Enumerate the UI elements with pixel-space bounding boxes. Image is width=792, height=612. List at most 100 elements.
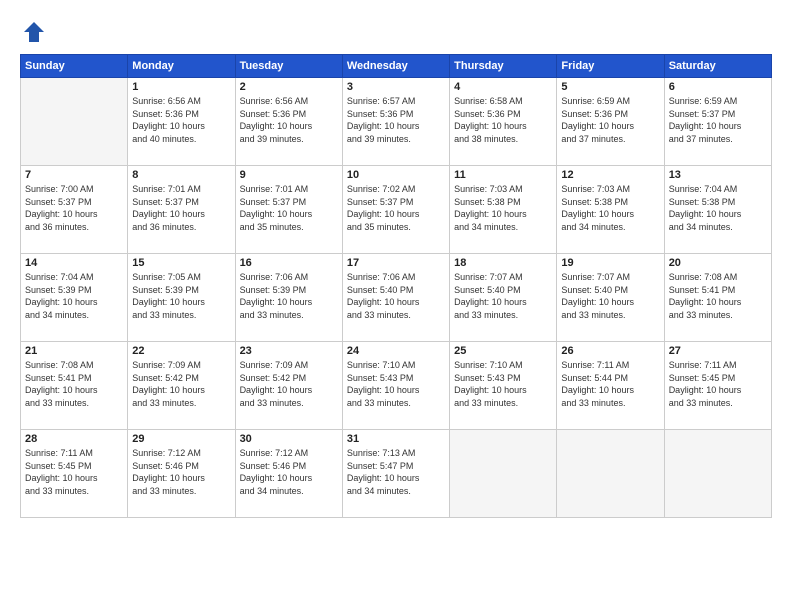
col-header-saturday: Saturday	[664, 55, 771, 78]
day-number: 30	[240, 433, 338, 445]
day-info: Sunrise: 7:13 AM Sunset: 5:47 PM Dayligh…	[347, 447, 445, 497]
day-info: Sunrise: 7:01 AM Sunset: 5:37 PM Dayligh…	[240, 183, 338, 233]
day-info: Sunrise: 7:00 AM Sunset: 5:37 PM Dayligh…	[25, 183, 123, 233]
calendar-cell: 18 Sunrise: 7:07 AM Sunset: 5:40 PM Dayli…	[450, 254, 557, 342]
day-number: 2	[240, 81, 338, 93]
day-number: 22	[132, 345, 230, 357]
day-info: Sunrise: 7:08 AM Sunset: 5:41 PM Dayligh…	[25, 359, 123, 409]
day-number: 8	[132, 169, 230, 181]
calendar-cell	[450, 430, 557, 518]
calendar-cell: 1Sunrise: 6:56 AM Sunset: 5:36 PM Daylig…	[128, 78, 235, 166]
day-number: 3	[347, 81, 445, 93]
calendar-cell: 2 Sunrise: 6:56 AM Sunset: 5:36 PM Daylig…	[235, 78, 342, 166]
calendar-cell	[21, 78, 128, 166]
day-number: 24	[347, 345, 445, 357]
day-info: Sunrise: 7:11 AM Sunset: 5:45 PM Dayligh…	[25, 447, 123, 497]
calendar-cell: 9 Sunrise: 7:01 AM Sunset: 5:37 PM Daylig…	[235, 166, 342, 254]
calendar-week-1: 1Sunrise: 6:56 AM Sunset: 5:36 PM Daylig…	[21, 78, 772, 166]
day-number: 4	[454, 81, 552, 93]
day-number: 13	[669, 169, 767, 181]
day-info: Sunrise: 6:59 AM Sunset: 5:37 PM Dayligh…	[669, 95, 767, 145]
day-number: 18	[454, 257, 552, 269]
calendar-cell: 22Sunrise: 7:09 AM Sunset: 5:42 PM Dayli…	[128, 342, 235, 430]
day-number: 6	[669, 81, 767, 93]
calendar-cell: 23 Sunrise: 7:09 AM Sunset: 5:42 PM Dayli…	[235, 342, 342, 430]
calendar-cell: 12Sunrise: 7:03 AM Sunset: 5:38 PM Dayli…	[557, 166, 664, 254]
calendar-week-3: 14 Sunrise: 7:04 AM Sunset: 5:39 PM Dayli…	[21, 254, 772, 342]
day-number: 20	[669, 257, 767, 269]
day-info: Sunrise: 7:07 AM Sunset: 5:40 PM Dayligh…	[454, 271, 552, 321]
calendar-week-2: 7Sunrise: 7:00 AM Sunset: 5:37 PM Daylig…	[21, 166, 772, 254]
day-info: Sunrise: 7:02 AM Sunset: 5:37 PM Dayligh…	[347, 183, 445, 233]
calendar-cell: 3 Sunrise: 6:57 AM Sunset: 5:36 PM Daylig…	[342, 78, 449, 166]
calendar-cell: 5Sunrise: 6:59 AM Sunset: 5:36 PM Daylig…	[557, 78, 664, 166]
calendar-cell: 28 Sunrise: 7:11 AM Sunset: 5:45 PM Dayli…	[21, 430, 128, 518]
calendar-cell	[664, 430, 771, 518]
col-header-tuesday: Tuesday	[235, 55, 342, 78]
calendar-cell: 15 Sunrise: 7:05 AM Sunset: 5:39 PM Dayli…	[128, 254, 235, 342]
day-info: Sunrise: 7:04 AM Sunset: 5:39 PM Dayligh…	[25, 271, 123, 321]
day-number: 27	[669, 345, 767, 357]
calendar-cell: 31 Sunrise: 7:13 AM Sunset: 5:47 PM Dayli…	[342, 430, 449, 518]
day-info: Sunrise: 7:11 AM Sunset: 5:45 PM Dayligh…	[669, 359, 767, 409]
calendar-cell: 30 Sunrise: 7:12 AM Sunset: 5:46 PM Dayli…	[235, 430, 342, 518]
calendar-cell: 21Sunrise: 7:08 AM Sunset: 5:41 PM Dayli…	[21, 342, 128, 430]
col-header-friday: Friday	[557, 55, 664, 78]
calendar-cell: 20 Sunrise: 7:08 AM Sunset: 5:41 PM Dayli…	[664, 254, 771, 342]
calendar-table: SundayMondayTuesdayWednesdayThursdayFrid…	[20, 54, 772, 518]
calendar-cell: 17 Sunrise: 7:06 AM Sunset: 5:40 PM Dayli…	[342, 254, 449, 342]
header	[20, 18, 772, 46]
day-info: Sunrise: 7:11 AM Sunset: 5:44 PM Dayligh…	[561, 359, 659, 409]
day-info: Sunrise: 7:03 AM Sunset: 5:38 PM Dayligh…	[454, 183, 552, 233]
col-header-wednesday: Wednesday	[342, 55, 449, 78]
day-number: 11	[454, 169, 552, 181]
day-info: Sunrise: 6:56 AM Sunset: 5:36 PM Dayligh…	[240, 95, 338, 145]
day-number: 28	[25, 433, 123, 445]
day-number: 26	[561, 345, 659, 357]
calendar-cell: 27 Sunrise: 7:11 AM Sunset: 5:45 PM Dayli…	[664, 342, 771, 430]
calendar-cell: 13Sunrise: 7:04 AM Sunset: 5:38 PM Dayli…	[664, 166, 771, 254]
day-number: 9	[240, 169, 338, 181]
day-info: Sunrise: 7:12 AM Sunset: 5:46 PM Dayligh…	[240, 447, 338, 497]
day-number: 19	[561, 257, 659, 269]
day-info: Sunrise: 6:59 AM Sunset: 5:36 PM Dayligh…	[561, 95, 659, 145]
day-info: Sunrise: 7:12 AM Sunset: 5:46 PM Dayligh…	[132, 447, 230, 497]
day-info: Sunrise: 7:08 AM Sunset: 5:41 PM Dayligh…	[669, 271, 767, 321]
day-info: Sunrise: 7:03 AM Sunset: 5:38 PM Dayligh…	[561, 183, 659, 233]
calendar-cell: 10 Sunrise: 7:02 AM Sunset: 5:37 PM Dayli…	[342, 166, 449, 254]
day-number: 17	[347, 257, 445, 269]
day-number: 31	[347, 433, 445, 445]
calendar-cell: 24 Sunrise: 7:10 AM Sunset: 5:43 PM Dayli…	[342, 342, 449, 430]
day-number: 29	[132, 433, 230, 445]
day-number: 14	[25, 257, 123, 269]
calendar-cell: 4 Sunrise: 6:58 AM Sunset: 5:36 PM Daylig…	[450, 78, 557, 166]
calendar-cell: 8 Sunrise: 7:01 AM Sunset: 5:37 PM Daylig…	[128, 166, 235, 254]
logo-icon	[20, 18, 48, 46]
day-info: Sunrise: 7:09 AM Sunset: 5:42 PM Dayligh…	[240, 359, 338, 409]
calendar-cell: 25Sunrise: 7:10 AM Sunset: 5:43 PM Dayli…	[450, 342, 557, 430]
calendar-header-row: SundayMondayTuesdayWednesdayThursdayFrid…	[21, 55, 772, 78]
logo	[20, 18, 52, 46]
day-info: Sunrise: 7:06 AM Sunset: 5:40 PM Dayligh…	[347, 271, 445, 321]
day-info: Sunrise: 6:58 AM Sunset: 5:36 PM Dayligh…	[454, 95, 552, 145]
calendar-cell: 11 Sunrise: 7:03 AM Sunset: 5:38 PM Dayli…	[450, 166, 557, 254]
day-info: Sunrise: 7:01 AM Sunset: 5:37 PM Dayligh…	[132, 183, 230, 233]
day-number: 23	[240, 345, 338, 357]
day-info: Sunrise: 7:05 AM Sunset: 5:39 PM Dayligh…	[132, 271, 230, 321]
calendar-week-5: 28 Sunrise: 7:11 AM Sunset: 5:45 PM Dayli…	[21, 430, 772, 518]
calendar-week-4: 21Sunrise: 7:08 AM Sunset: 5:41 PM Dayli…	[21, 342, 772, 430]
col-header-sunday: Sunday	[21, 55, 128, 78]
day-number: 15	[132, 257, 230, 269]
calendar-cell: 19 Sunrise: 7:07 AM Sunset: 5:40 PM Dayli…	[557, 254, 664, 342]
day-info: Sunrise: 7:10 AM Sunset: 5:43 PM Dayligh…	[347, 359, 445, 409]
day-info: Sunrise: 7:06 AM Sunset: 5:39 PM Dayligh…	[240, 271, 338, 321]
col-header-monday: Monday	[128, 55, 235, 78]
day-number: 10	[347, 169, 445, 181]
calendar-cell: 26 Sunrise: 7:11 AM Sunset: 5:44 PM Dayli…	[557, 342, 664, 430]
page: SundayMondayTuesdayWednesdayThursdayFrid…	[0, 0, 792, 612]
day-number: 16	[240, 257, 338, 269]
day-info: Sunrise: 6:57 AM Sunset: 5:36 PM Dayligh…	[347, 95, 445, 145]
day-info: Sunrise: 7:07 AM Sunset: 5:40 PM Dayligh…	[561, 271, 659, 321]
calendar-cell: 7Sunrise: 7:00 AM Sunset: 5:37 PM Daylig…	[21, 166, 128, 254]
col-header-thursday: Thursday	[450, 55, 557, 78]
